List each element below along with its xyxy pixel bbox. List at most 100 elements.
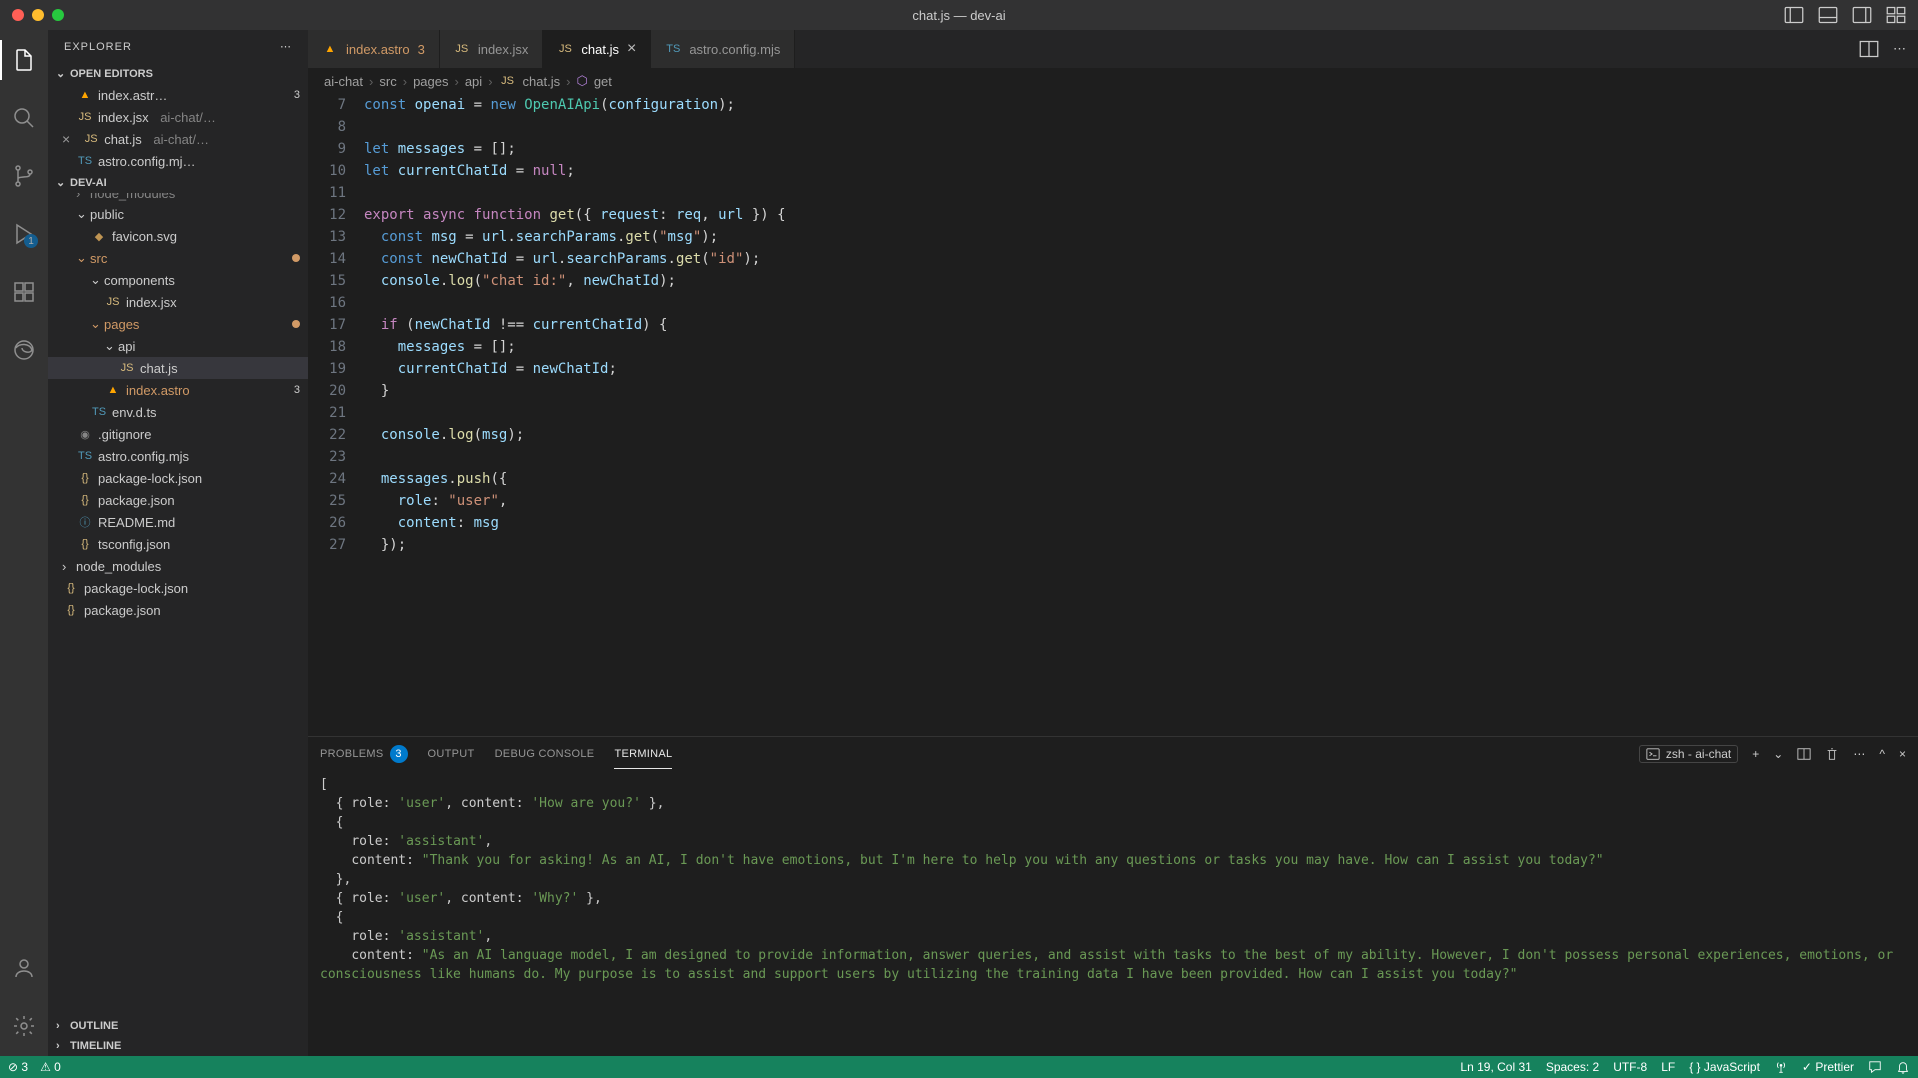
layout-sidebar-left-icon[interactable] <box>1784 5 1804 25</box>
chevron-down-icon: ⌄ <box>104 338 114 354</box>
tab-index-astro[interactable]: ▲index.astro3 <box>308 30 440 68</box>
split-editor-icon[interactable] <box>1859 39 1879 59</box>
search-activity[interactable] <box>0 98 48 138</box>
bell-icon[interactable] <box>1896 1060 1910 1074</box>
tree-folder[interactable]: ›node_modules <box>48 193 308 203</box>
astro-icon: ▲ <box>76 89 94 101</box>
eol[interactable]: LF <box>1661 1060 1675 1074</box>
tree-file[interactable]: JSchat.js <box>48 357 308 379</box>
more-actions-icon[interactable]: ⋯ <box>1893 41 1906 57</box>
radio-tower-icon[interactable] <box>1774 1060 1788 1074</box>
tree-file[interactable]: TSenv.d.ts <box>48 401 308 423</box>
terminal-icon <box>1646 747 1660 761</box>
close-window-button[interactable] <box>12 9 24 21</box>
breadcrumb-item[interactable]: src <box>379 74 396 89</box>
code-content[interactable]: const openai = new OpenAIApi(configurati… <box>364 94 1918 736</box>
split-terminal-icon[interactable] <box>1797 747 1811 761</box>
panel-more-icon[interactable]: ⋯ <box>1853 747 1865 761</box>
cursor-position[interactable]: Ln 19, Col 31 <box>1460 1060 1531 1074</box>
warning-count[interactable]: ⚠ 0 <box>40 1060 61 1074</box>
prettier-status[interactable]: ✓ Prettier <box>1802 1060 1854 1074</box>
timeline-section[interactable]: ›TIMELINE <box>48 1036 308 1056</box>
language-mode[interactable]: { } JavaScript <box>1689 1060 1760 1074</box>
tree-folder[interactable]: ⌄src <box>48 247 308 269</box>
project-section[interactable]: ⌄ DEV-AI <box>48 172 308 193</box>
debug-activity[interactable]: 1 <box>0 214 48 254</box>
open-editor-item[interactable]: TSastro.config.mj… <box>48 150 308 172</box>
error-count[interactable]: ⊘ 3 <box>8 1060 28 1074</box>
layout-panel-icon[interactable] <box>1818 5 1838 25</box>
tree-folder[interactable]: ⌄api <box>48 335 308 357</box>
branch-icon <box>12 164 36 188</box>
chevron-down-icon: ⌄ <box>56 176 66 189</box>
tab-chat-js[interactable]: JSchat.js× <box>543 30 651 68</box>
file-name: env.d.ts <box>112 405 157 420</box>
close-icon[interactable]: × <box>627 40 636 58</box>
chevron-down-icon: ⌄ <box>90 272 100 288</box>
output-tab[interactable]: OUTPUT <box>428 740 475 768</box>
tree-folder[interactable]: ⌄pages <box>48 313 308 335</box>
terminal-dropdown-icon[interactable]: ⌄ <box>1773 747 1783 761</box>
close-icon[interactable]: × <box>62 131 70 147</box>
breadcrumb-item[interactable]: ai-chat <box>324 74 363 89</box>
open-editor-item[interactable]: ▲index.astr…3 <box>48 84 308 106</box>
terminal-launcher[interactable]: zsh - ai-chat <box>1639 745 1738 763</box>
tree-folder[interactable]: ›node_modules <box>48 555 308 577</box>
file-name: index.jsx <box>126 295 177 310</box>
terminal-tab[interactable]: TERMINAL <box>614 740 672 769</box>
tab-index-jsx[interactable]: JSindex.jsx <box>440 30 544 68</box>
customize-layout-icon[interactable] <box>1886 5 1906 25</box>
terminal-output[interactable]: [ { role: 'user', content: 'How are you?… <box>308 771 1918 1056</box>
sidebar-more-icon[interactable]: ⋯ <box>280 40 292 53</box>
settings-activity[interactable] <box>0 1006 48 1046</box>
open-editors-section[interactable]: ⌄ OPEN EDITORS <box>48 63 308 84</box>
tree-file[interactable]: {}package-lock.json <box>48 467 308 489</box>
maximize-window-button[interactable] <box>52 9 64 21</box>
open-editor-item[interactable]: JSindex.jsx ai-chat/… <box>48 106 308 128</box>
statusbar: ⊘ 3 ⚠ 0 Ln 19, Col 31 Spaces: 2 UTF-8 LF… <box>0 1056 1918 1078</box>
tree-file[interactable]: JSindex.jsx <box>48 291 308 313</box>
ts-icon: TS <box>665 43 681 55</box>
breadcrumb-item[interactable]: get <box>594 74 612 89</box>
tree-file[interactable]: TSastro.config.mjs <box>48 445 308 467</box>
tree-file[interactable]: ⓘREADME.md <box>48 511 308 533</box>
open-editor-item[interactable]: ×JSchat.js ai-chat/… <box>48 128 308 150</box>
extensions-activity[interactable] <box>0 272 48 312</box>
accounts-activity[interactable] <box>0 948 48 988</box>
outline-section[interactable]: ›OUTLINE <box>48 1016 308 1036</box>
close-panel-icon[interactable]: × <box>1899 747 1906 761</box>
problems-tab[interactable]: PROBLEMS3 <box>320 737 408 771</box>
tree-file[interactable]: ◆favicon.svg <box>48 225 308 247</box>
tree-file[interactable]: {}tsconfig.json <box>48 533 308 555</box>
tree-file[interactable]: {}package.json <box>48 599 308 621</box>
tree-file[interactable]: {}package-lock.json <box>48 577 308 599</box>
breadcrumb-item[interactable]: chat.js <box>523 74 561 89</box>
chevron-right-icon: › <box>488 74 492 89</box>
new-terminal-icon[interactable]: + <box>1752 747 1759 761</box>
tree-folder[interactable]: ⌄public <box>48 203 308 225</box>
tree-file[interactable]: {}package.json <box>48 489 308 511</box>
edge-activity[interactable] <box>0 330 48 370</box>
breadcrumb-item[interactable]: api <box>465 74 482 89</box>
chevron-right-icon: › <box>56 1020 66 1032</box>
modified-indicator <box>292 254 300 262</box>
trash-icon[interactable] <box>1825 747 1839 761</box>
maximize-panel-icon[interactable]: ^ <box>1879 747 1885 761</box>
debug-console-tab[interactable]: DEBUG CONSOLE <box>495 740 595 768</box>
indentation[interactable]: Spaces: 2 <box>1546 1060 1599 1074</box>
tree-file[interactable]: ◉.gitignore <box>48 423 308 445</box>
breadcrumbs[interactable]: ai-chat› src› pages› api› JSchat.js› ⬡ge… <box>308 68 1918 94</box>
line-gutter: 789101112131415161718192021222324252627 <box>308 94 364 736</box>
explorer-activity[interactable] <box>0 40 48 80</box>
tree-folder[interactable]: ⌄components <box>48 269 308 291</box>
breadcrumb-item[interactable]: pages <box>413 74 448 89</box>
minimize-window-button[interactable] <box>32 9 44 21</box>
feedback-icon[interactable] <box>1868 1060 1882 1074</box>
code-editor[interactable]: 789101112131415161718192021222324252627 … <box>308 94 1918 736</box>
file-path: ai-chat/… <box>160 110 216 125</box>
tab-astro-config[interactable]: TSastro.config.mjs <box>651 30 795 68</box>
encoding[interactable]: UTF-8 <box>1613 1060 1647 1074</box>
source-control-activity[interactable] <box>0 156 48 196</box>
layout-sidebar-right-icon[interactable] <box>1852 5 1872 25</box>
tree-file[interactable]: ▲index.astro3 <box>48 379 308 401</box>
